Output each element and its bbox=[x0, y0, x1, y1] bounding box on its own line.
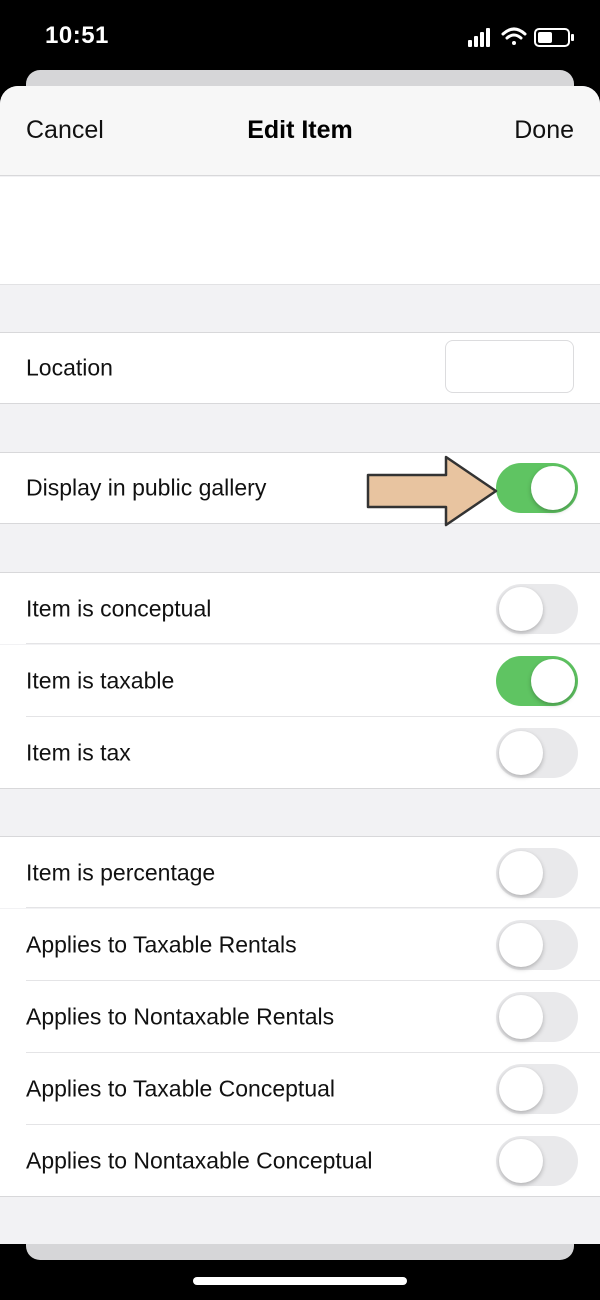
done-button[interactable]: Done bbox=[514, 116, 574, 145]
item-percentage-label: Item is percentage bbox=[26, 859, 216, 885]
toggle-knob bbox=[499, 1138, 543, 1183]
nontaxable-conceptual-toggle[interactable] bbox=[496, 1135, 578, 1186]
edit-item-sheet: Cancel Edit Item Done Location Display i… bbox=[0, 86, 600, 1244]
public-gallery-toggle[interactable] bbox=[496, 463, 578, 513]
nontaxable-rentals-row: Applies to Nontaxable Rentals bbox=[0, 981, 600, 1053]
public-gallery-label: Display in public gallery bbox=[26, 474, 267, 501]
nontaxable-rentals-toggle[interactable] bbox=[496, 992, 578, 1042]
home-indicator[interactable] bbox=[193, 1277, 407, 1285]
location-input[interactable] bbox=[445, 340, 574, 393]
item-conceptual-toggle[interactable] bbox=[496, 583, 578, 634]
item-taxable-toggle[interactable] bbox=[496, 656, 578, 706]
public-gallery-row: Display in public gallery bbox=[0, 452, 600, 524]
battery-icon bbox=[534, 28, 574, 47]
toggle-knob bbox=[499, 1067, 543, 1111]
status-bar: 10:51 bbox=[0, 0, 600, 72]
toggle-knob bbox=[499, 586, 543, 631]
arrow-pointer-icon bbox=[366, 455, 498, 527]
taxable-conceptual-label: Applies to Taxable Conceptual bbox=[26, 1075, 336, 1102]
item-tax-toggle[interactable] bbox=[496, 727, 578, 778]
taxable-conceptual-toggle[interactable] bbox=[496, 1064, 578, 1114]
taxable-conceptual-row: Applies to Taxable Conceptual bbox=[0, 1053, 600, 1125]
location-row: Location bbox=[0, 332, 600, 404]
taxable-rentals-row: Applies to Taxable Rentals bbox=[0, 909, 600, 981]
location-label: Location bbox=[26, 354, 113, 381]
status-time: 10:51 bbox=[45, 22, 109, 49]
nav-bar: Cancel Edit Item Done bbox=[0, 86, 600, 176]
page-title: Edit Item bbox=[247, 116, 353, 144]
item-taxable-label: Item is taxable bbox=[26, 667, 175, 694]
toggle-knob bbox=[499, 850, 543, 895]
item-percentage-toggle[interactable] bbox=[496, 847, 578, 898]
nontaxable-conceptual-row: Applies to Nontaxable Conceptual bbox=[0, 1125, 600, 1197]
wifi-icon bbox=[501, 27, 527, 45]
divider bbox=[26, 643, 600, 644]
taxable-rentals-label: Applies to Taxable Rentals bbox=[26, 931, 297, 958]
toggle-knob bbox=[499, 995, 543, 1039]
item-conceptual-label: Item is conceptual bbox=[26, 595, 212, 621]
taxable-rentals-toggle[interactable] bbox=[496, 920, 578, 970]
nontaxable-conceptual-label: Applies to Nontaxable Conceptual bbox=[26, 1147, 373, 1173]
divider bbox=[26, 907, 600, 908]
toggle-knob bbox=[531, 659, 575, 703]
toggle-knob bbox=[499, 923, 543, 967]
item-header-area bbox=[0, 177, 600, 285]
item-conceptual-row: Item is conceptual bbox=[0, 572, 600, 644]
toggle-knob bbox=[531, 466, 575, 510]
background-sheet-bottom bbox=[26, 1244, 574, 1260]
item-taxable-row: Item is taxable bbox=[0, 645, 600, 717]
toggle-knob bbox=[499, 730, 543, 775]
signal-icon bbox=[468, 28, 490, 47]
item-tax-label: Item is tax bbox=[26, 739, 131, 765]
status-icons bbox=[468, 25, 576, 49]
item-tax-row: Item is tax bbox=[0, 717, 600, 789]
item-percentage-row: Item is percentage bbox=[0, 836, 600, 908]
nontaxable-rentals-label: Applies to Nontaxable Rentals bbox=[26, 1003, 335, 1030]
